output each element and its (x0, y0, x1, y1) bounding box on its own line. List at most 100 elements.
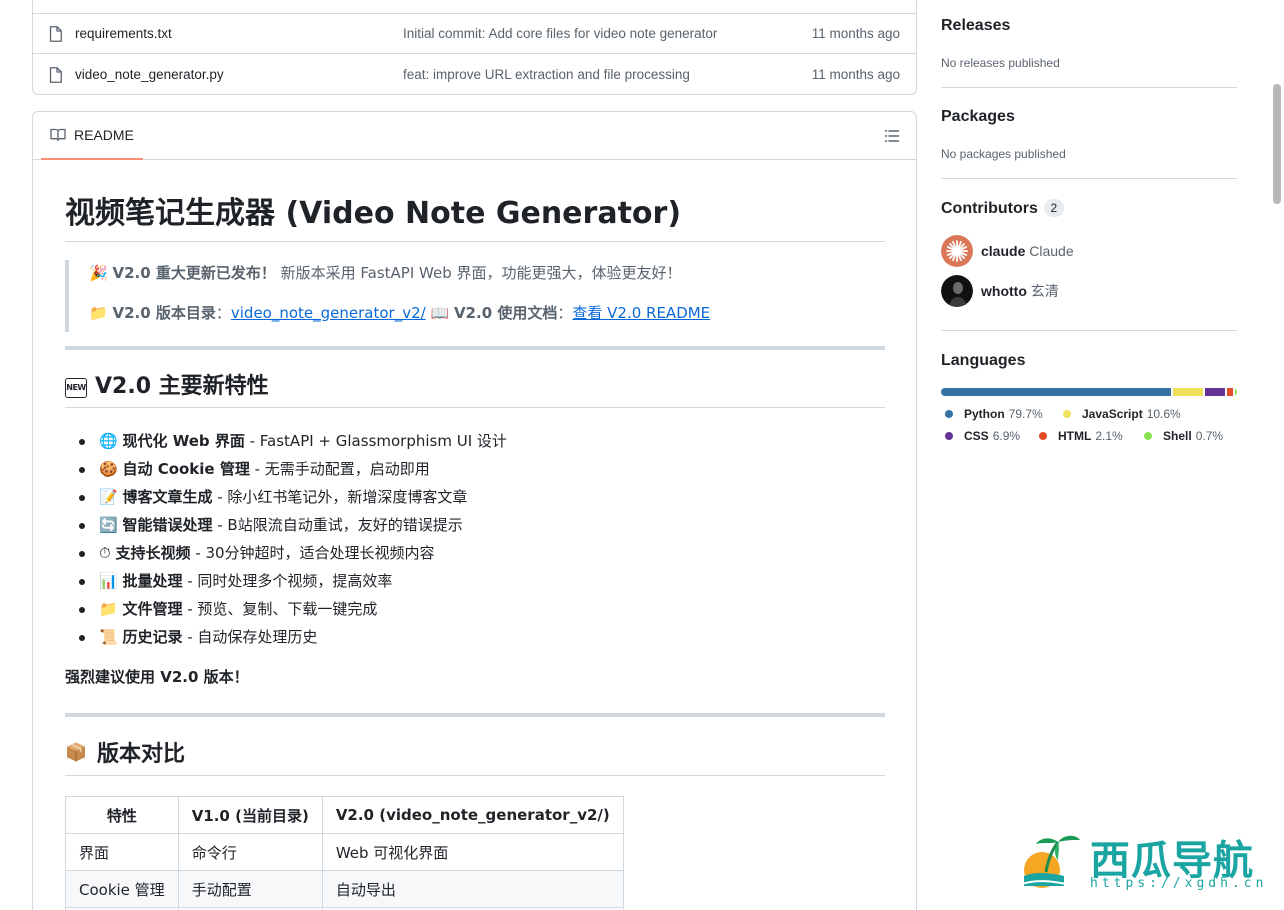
language-bar-segment (1234, 388, 1237, 396)
language-item-html[interactable]: HTML 2.1% (1039, 429, 1123, 443)
list-item: 📊 批量处理 - 同时处理多个视频，提高效率 (65, 568, 885, 596)
language-dot (1039, 432, 1047, 440)
commit-message[interactable]: feat: improve URL extraction and file pr… (403, 67, 690, 82)
sidebar-divider (941, 87, 1237, 88)
bar-chart-icon: 📊 (99, 572, 118, 590)
packages-heading[interactable]: Packages (941, 108, 1015, 126)
quote-text: 新版本采用 FastAPI Web 界面，功能更强大，体验更友好！ (275, 264, 682, 282)
language-bar-segment (1205, 388, 1225, 396)
feature-desc: - 无需手动配置，启动即用 (249, 460, 430, 478)
new-badge-icon: NEW (65, 378, 87, 398)
sidebar-divider (941, 178, 1237, 179)
feature-desc: - 同时处理多个视频，提高效率 (182, 572, 393, 590)
table-cell: 界面 (65, 833, 179, 871)
feature-list: 🌐 现代化 Web 界面 - FastAPI + Glassmorphism U… (65, 428, 885, 652)
table-cell: 手动配置 (177, 870, 323, 908)
feature-title: 博客文章生成 (122, 488, 213, 506)
feature-desc: - 预览、复制、下载一键完成 (182, 600, 378, 618)
releases-heading[interactable]: Releases (941, 17, 1010, 35)
table-header-row: 特性 V1.0 (当前目录) V2.0 (video_note_generato… (65, 796, 624, 834)
file-list: requirements.txt Initial commit: Add cor… (32, 0, 917, 95)
commit-message[interactable]: Initial commit: Add core files for video… (403, 26, 717, 41)
quote-line-2: 📁 V2.0 版本目录 ： video_note_generator_v2/ 📖 V… (89, 302, 710, 323)
quote-line-1: 🎉 V2.0 重大更新已发布！ 新版本采用 FastAPI Web 界面，功能更… (89, 262, 682, 283)
feature-desc: - 30分钟超时，适合处理长视频内容 (190, 544, 435, 562)
readme-panel: README 视频笔记生成器 (Video Note Generator) 🎉 … (32, 111, 917, 910)
file-name[interactable]: requirements.txt (75, 26, 172, 41)
list-icon[interactable] (884, 128, 900, 144)
feature-title: 支持长视频 (115, 544, 191, 562)
feature-title: 现代化 Web 界面 (122, 432, 245, 450)
releases-empty-text: No releases published (941, 56, 1060, 70)
language-percent: 10.6% (1146, 407, 1181, 421)
list-item: ⏱ 支持长视频 - 30分钟超时，适合处理长视频内容 (65, 540, 885, 568)
stopwatch-icon: ⏱ (99, 544, 111, 562)
contributor-item[interactable]: claude Claude (941, 235, 1074, 267)
feature-desc: - 除小红书笔记外，新增深度博客文章 (212, 488, 468, 506)
watermark-logo: 西瓜导航 https://xgdh.cn (1020, 824, 1263, 896)
quote-bold: V2.0 版本目录 (112, 304, 216, 322)
contributor-login[interactable]: claude (981, 243, 1025, 259)
file-row[interactable]: requirements.txt Initial commit: Add cor… (33, 13, 916, 54)
feature-title: 智能错误处理 (122, 516, 213, 534)
language-dot (945, 432, 953, 440)
language-percent: 0.7% (1195, 429, 1224, 443)
table-header-cell: V1.0 (当前目录) (177, 796, 323, 834)
divider (65, 346, 885, 350)
recommendation-text: 强烈建议使用 V2.0 版本！ (65, 668, 249, 686)
language-name: Shell (1163, 429, 1192, 443)
feature-title: 批量处理 (122, 572, 183, 590)
tab-readme-label: README (74, 127, 134, 143)
party-icon: 🎉 (89, 264, 108, 282)
languages-heading: Languages (941, 352, 1026, 369)
v2-readme-link[interactable]: 查看 V2.0 README (572, 304, 710, 322)
avatar[interactable] (941, 275, 973, 307)
language-percent: 6.9% (992, 429, 1021, 443)
feature-desc: - 自动保存处理历史 (182, 628, 318, 646)
table-cell: 自动导出 (321, 870, 624, 908)
compare-heading-text: 版本对比 (97, 742, 186, 767)
scroll-icon: 📜 (99, 628, 118, 646)
contributor-alias: Claude (1029, 243, 1074, 259)
language-bar-segment (941, 388, 1171, 396)
file-row[interactable]: video_note_generator.py feat: improve UR… (33, 54, 916, 95)
language-name: JavaScript (1082, 407, 1143, 421)
book-icon (50, 128, 66, 142)
quote-bold: V2.0 使用文档 (453, 304, 558, 322)
feature-desc: - B站限流自动重试，友好的错误提示 (212, 516, 463, 534)
language-name: Python (964, 407, 1005, 421)
language-item-javascript[interactable]: JavaScript 10.6% (1063, 407, 1181, 421)
language-item-python[interactable]: Python 79.7% (945, 407, 1043, 421)
language-item-shell[interactable]: Shell 0.7% (1144, 429, 1223, 443)
table-row: 界面 命令行 Web 可视化界面 (65, 833, 624, 871)
readme-title: 视频笔记生成器 (Video Note Generator) (65, 192, 885, 242)
globe-icon: 🌐 (99, 432, 118, 450)
contributor-login[interactable]: whotto (981, 283, 1027, 299)
folder-icon: 📁 (89, 304, 108, 322)
avatar[interactable] (941, 235, 973, 267)
open-book-icon: 📖 (430, 304, 450, 322)
scrollbar-thumb[interactable] (1273, 84, 1281, 204)
memo-icon: 📝 (99, 488, 118, 506)
contributors-heading[interactable]: Contributors 2 (941, 199, 1064, 218)
palm-island-icon (1021, 835, 1080, 888)
file-icon (49, 66, 62, 83)
contributor-item[interactable]: whotto 玄清 (941, 275, 1059, 307)
quote-colon: ： (557, 304, 573, 322)
table-cell: Cookie 管理 (65, 870, 179, 908)
list-item: 🍪 自动 Cookie 管理 - 无需手动配置，启动即用 (65, 456, 885, 484)
language-item-css[interactable]: CSS 6.9% (945, 429, 1020, 443)
quote-bold: V2.0 重大更新已发布！ (112, 264, 276, 282)
contributors-count-badge: 2 (1043, 199, 1064, 217)
page-scrollbar[interactable] (1270, 0, 1284, 910)
divider (65, 713, 885, 717)
language-name: HTML (1058, 429, 1092, 443)
v2-directory-link[interactable]: video_note_generator_v2/ (231, 304, 426, 322)
refresh-icon: 🔄 (99, 516, 118, 534)
table-header-cell: V2.0 (video_note_generator_v2/) (321, 796, 624, 834)
language-bar-segment (1226, 388, 1233, 396)
file-name[interactable]: video_note_generator.py (75, 67, 224, 82)
table-row: Cookie 管理 手动配置 自动导出 (65, 870, 624, 908)
file-icon (49, 25, 62, 42)
tab-readme[interactable]: README (41, 112, 143, 160)
